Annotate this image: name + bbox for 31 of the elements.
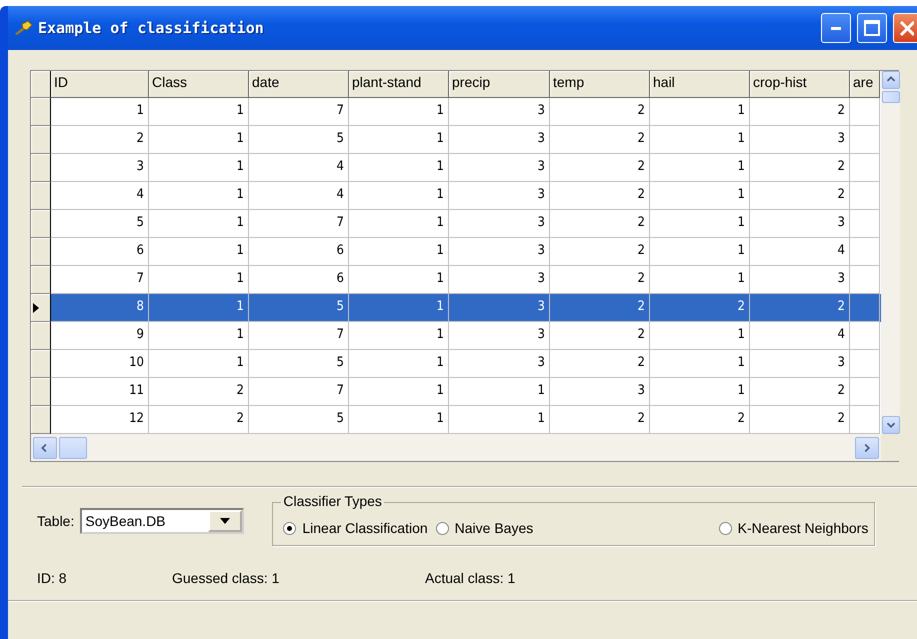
table-dropdown[interactable]: SoyBean.DB	[80, 508, 244, 534]
column-header[interactable]: ID	[51, 71, 149, 98]
table-row[interactable]: 1 1 7 1 3 2 1 2	[31, 98, 881, 126]
column-header[interactable]: Class	[149, 71, 249, 98]
radio-option[interactable]: Naive Bayes	[436, 520, 534, 536]
group-title: Classifier Types	[281, 493, 384, 509]
table-row[interactable]: 12 2 5 1 1 2 2 2	[31, 406, 881, 434]
column-header[interactable]: are	[850, 71, 880, 98]
column-header[interactable]: precip	[449, 71, 550, 98]
result-text: Guessed class: 1	[172, 570, 280, 586]
table-row[interactable]: 7 1 6 1 3 2 1 3	[31, 266, 881, 294]
table-row[interactable]: 11 2 7 1 1 3 1 2	[31, 378, 881, 406]
radio-option[interactable]: Linear Classification	[283, 520, 428, 536]
column-header[interactable]: date	[249, 71, 349, 98]
table-label: Table:	[37, 513, 74, 529]
radio-option[interactable]: K-Nearest Neighbors	[718, 520, 868, 536]
table-row[interactable]: 2 1 5 1 3 2 1 3	[31, 126, 881, 154]
result-text: Actual class: 1	[425, 570, 516, 586]
column-header[interactable]: crop-hist	[750, 71, 850, 98]
table-row[interactable]: 9 1 7 1 3 2 1 4	[31, 322, 881, 350]
table-row[interactable]: 3 1 4 1 3 2 1 2	[31, 154, 881, 182]
column-header[interactable]: hail	[650, 71, 750, 98]
result-text: ID: 8	[37, 570, 68, 586]
window-title: Example of classification	[38, 19, 265, 37]
table-row[interactable]: 5 1 7 1 3 2 1 3	[31, 210, 881, 238]
table-row[interactable]: 10 1 5 1 3 2 1 3	[31, 350, 881, 378]
column-header[interactable]: temp	[550, 71, 650, 98]
table-row[interactable]: 4 1 4 1 3 2 1 2	[31, 182, 881, 210]
table-row[interactable]: 8 1 5 1 3 2 2 2	[31, 294, 881, 322]
column-header[interactable]: plant-stand	[349, 71, 449, 98]
table-row[interactable]: 6 1 6 1 3 2 1 4	[31, 238, 881, 266]
